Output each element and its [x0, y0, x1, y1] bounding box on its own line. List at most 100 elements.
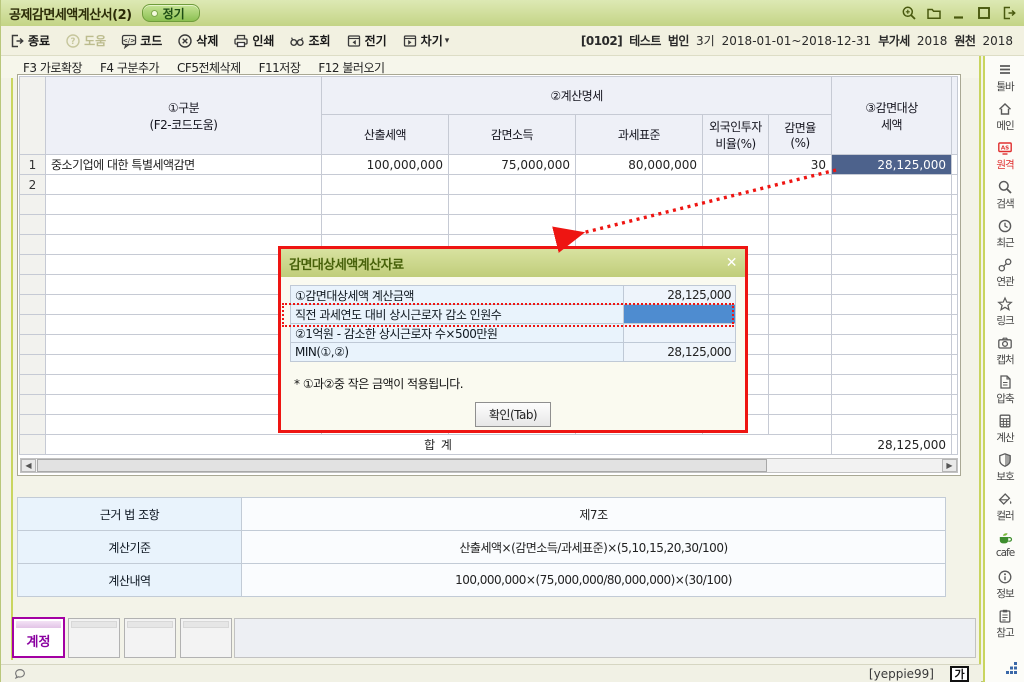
grid-cell[interactable] [575, 174, 703, 195]
grid-cell[interactable] [45, 214, 322, 235]
row-number-cell [19, 314, 46, 335]
grid-cell[interactable] [831, 354, 953, 375]
grid-cell[interactable] [767, 274, 833, 295]
grid-cell[interactable] [767, 194, 833, 215]
grid-cell[interactable] [767, 394, 833, 415]
grid-cell[interactable] [575, 194, 703, 215]
grid-cell[interactable] [767, 414, 833, 435]
sidebar-item-툴바[interactable]: 툴바 [985, 62, 1024, 101]
popup-row-label: ②1억원 - 감소한 상시근로자 수×500만원 [290, 323, 624, 343]
grid-cell[interactable] [448, 214, 576, 235]
tab-empty-3[interactable] [180, 618, 232, 658]
grid-cell[interactable] [831, 234, 953, 255]
grid-cell[interactable]: 80,000,000 [575, 154, 703, 175]
grid-cell[interactable]: 30 [767, 154, 833, 175]
sidebar-item-원격[interactable]: 원격 [985, 140, 1024, 179]
resize-grip-icon[interactable] [1006, 662, 1018, 674]
function-key-f4[interactable]: F4 구분추가 [100, 59, 160, 76]
function-key-f3[interactable]: F3 가로확장 [23, 59, 83, 76]
sidebar-item-연관[interactable]: 연관 [985, 257, 1024, 296]
tab-empty-1[interactable] [68, 618, 120, 658]
grid-cell[interactable] [767, 314, 833, 335]
horizontal-scrollbar[interactable]: ◀ ▶ [20, 458, 958, 473]
sidebar-item-cafe[interactable]: cafe [985, 530, 1024, 569]
grid-cell[interactable] [448, 194, 576, 215]
function-key-cf5전체삭제[interactable]: CF5전체삭제 [177, 59, 241, 76]
exit-window-icon[interactable] [1001, 5, 1017, 21]
minimize-icon[interactable] [951, 5, 967, 21]
toolbar-button-코드[interactable]: 코드 [121, 32, 162, 49]
function-key-f12[interactable]: F12 불러오기 [318, 59, 385, 76]
scroll-right-arrow-icon[interactable]: ▶ [942, 459, 957, 472]
toolbar-button-조회[interactable]: 조회 [289, 32, 331, 49]
grid-cell[interactable] [767, 234, 833, 255]
toolbar-button-전기[interactable]: 전기 [346, 32, 387, 49]
grid-cell[interactable] [702, 154, 769, 175]
grid-cell[interactable] [45, 194, 322, 215]
sidebar-item-메인[interactable]: 메인 [985, 101, 1024, 140]
toolbar-more-button[interactable]: ▾ [445, 36, 450, 46]
period-badge[interactable]: 정기 [141, 4, 200, 22]
toolbar-button-인쇄[interactable]: 인쇄 [233, 32, 274, 49]
grid-cell[interactable] [831, 274, 953, 295]
folder-icon[interactable] [926, 5, 942, 21]
toolbar-button-삭제[interactable]: 삭제 [177, 32, 218, 49]
grid-cell[interactable] [831, 174, 953, 195]
grid-cell[interactable]: 중소기업에 대한 특별세액감면 [45, 154, 322, 175]
font-size-button[interactable]: 가 [950, 665, 969, 682]
sidebar-item-label: 참고 [996, 627, 1014, 639]
grid-cell[interactable] [831, 374, 953, 395]
tab-empty-2[interactable] [124, 618, 176, 658]
grid-cell[interactable]: 100,000,000 [321, 154, 449, 175]
grid-cell[interactable] [767, 214, 833, 235]
grid-cell[interactable] [831, 194, 953, 215]
maximize-icon[interactable] [976, 5, 992, 21]
chat-bubble-icon[interactable] [13, 667, 27, 681]
sidebar-item-정보[interactable]: 정보 [985, 569, 1024, 608]
scrollbar-thumb[interactable] [37, 459, 768, 472]
grid-cell[interactable] [702, 174, 769, 195]
confirm-button[interactable]: 확인(Tab) [474, 402, 552, 427]
grid-cell[interactable] [321, 214, 449, 235]
sidebar-item-컬러[interactable]: 컬러 [985, 491, 1024, 530]
sidebar-item-검색[interactable]: 검색 [985, 179, 1024, 218]
zoom-icon[interactable] [901, 5, 917, 21]
grid-cell[interactable] [767, 374, 833, 395]
grid-cell[interactable]: 28,125,000 [831, 154, 953, 175]
sidebar-item-계산[interactable]: 계산 [985, 413, 1024, 452]
grid-cell[interactable]: 75,000,000 [448, 154, 576, 175]
grid-cell[interactable] [767, 294, 833, 315]
function-key-f11저장[interactable]: F11저장 [259, 59, 301, 76]
grid-cell[interactable] [448, 174, 576, 195]
grid-cell[interactable] [767, 354, 833, 375]
sidebar-item-최근[interactable]: 최근 [985, 218, 1024, 257]
grid-cell[interactable] [321, 174, 449, 195]
toolbar-button-차기[interactable]: 차기 [402, 32, 443, 49]
grid-cell[interactable] [45, 174, 322, 195]
tab-account[interactable]: 계정 [12, 617, 65, 658]
grid-cell[interactable] [767, 174, 833, 195]
reference-clipboard-icon [997, 608, 1013, 624]
scroll-left-arrow-icon[interactable]: ◀ [21, 459, 36, 472]
grid-cell[interactable] [831, 254, 953, 275]
popup-input-field[interactable] [623, 304, 736, 324]
sidebar-item-참고[interactable]: 참고 [985, 608, 1024, 647]
sidebar-item-압축[interactable]: 압축 [985, 374, 1024, 413]
sidebar-item-링크[interactable]: 링크 [985, 296, 1024, 335]
close-icon[interactable]: ✕ [726, 255, 738, 271]
grid-cell[interactable] [831, 214, 953, 235]
grid-cell[interactable] [831, 314, 953, 335]
grid-cell[interactable] [321, 194, 449, 215]
grid-cell[interactable] [767, 334, 833, 355]
grid-cell[interactable] [831, 394, 953, 415]
sidebar-item-보호[interactable]: 보호 [985, 452, 1024, 491]
grid-cell[interactable] [702, 214, 769, 235]
toolbar-button-종료[interactable]: 종료 [9, 32, 50, 49]
grid-cell[interactable] [831, 414, 953, 435]
sidebar-item-캡처[interactable]: 캡처 [985, 335, 1024, 374]
grid-cell[interactable] [831, 294, 953, 315]
grid-cell[interactable] [575, 214, 703, 235]
grid-cell[interactable] [767, 254, 833, 275]
grid-cell[interactable] [702, 194, 769, 215]
grid-cell[interactable] [831, 334, 953, 355]
